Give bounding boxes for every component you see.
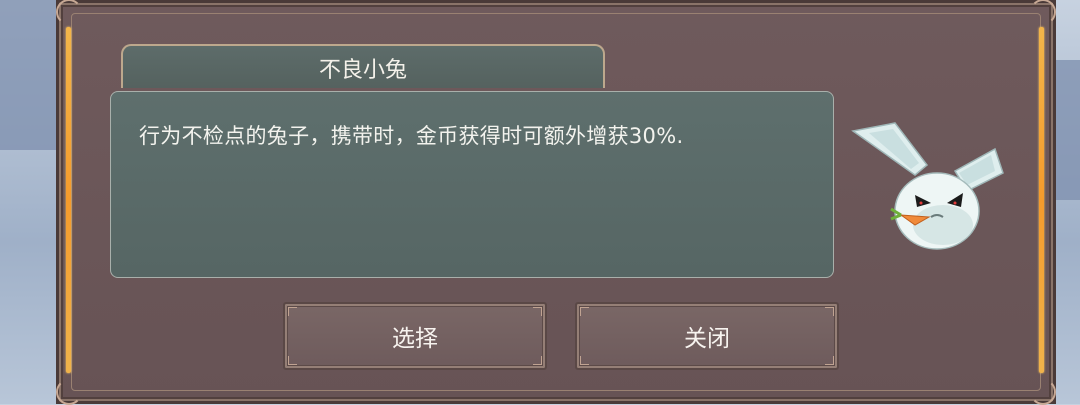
close-button[interactable]: 关闭 [575,302,839,370]
rabbit-eye-shine [953,201,957,205]
gold-rail-right [1039,27,1044,373]
corner-ornament [56,379,82,405]
select-button[interactable]: 选择 [283,302,547,370]
button-corner [825,307,834,316]
button-corner [288,356,297,365]
background-block-right [1052,60,1080,200]
title-tab: 不良小兔 [121,44,605,88]
button-corner [288,307,297,316]
gold-rail-left [66,27,71,373]
rabbit-eye-shine [919,201,923,205]
item-title: 不良小兔 [318,58,407,83]
corner-ornament [1030,0,1056,25]
rabbit-pet-icon [851,122,1004,250]
corner-ornament [1030,379,1056,405]
button-corner [533,307,542,316]
close-button-label: 关闭 [684,326,730,352]
corner-ornament [56,0,82,25]
rabbit-body-shade [913,205,973,245]
description-panel: 行为不检点的兔子，携带时，金币获得时可额外增获30%. [110,91,834,278]
button-corner [580,307,589,316]
item-description: 行为不检点的兔子，携带时，金币获得时可额外增获30%. [139,124,684,148]
item-dialog: 不良小兔 行为不检点的兔子，携带时，金币获得时可额外增获30%. 选择 关闭 [56,0,1056,405]
button-corner [825,356,834,365]
background-block-left [0,0,58,150]
button-corner [533,356,542,365]
select-button-label: 选择 [392,326,438,352]
button-corner [580,356,589,365]
